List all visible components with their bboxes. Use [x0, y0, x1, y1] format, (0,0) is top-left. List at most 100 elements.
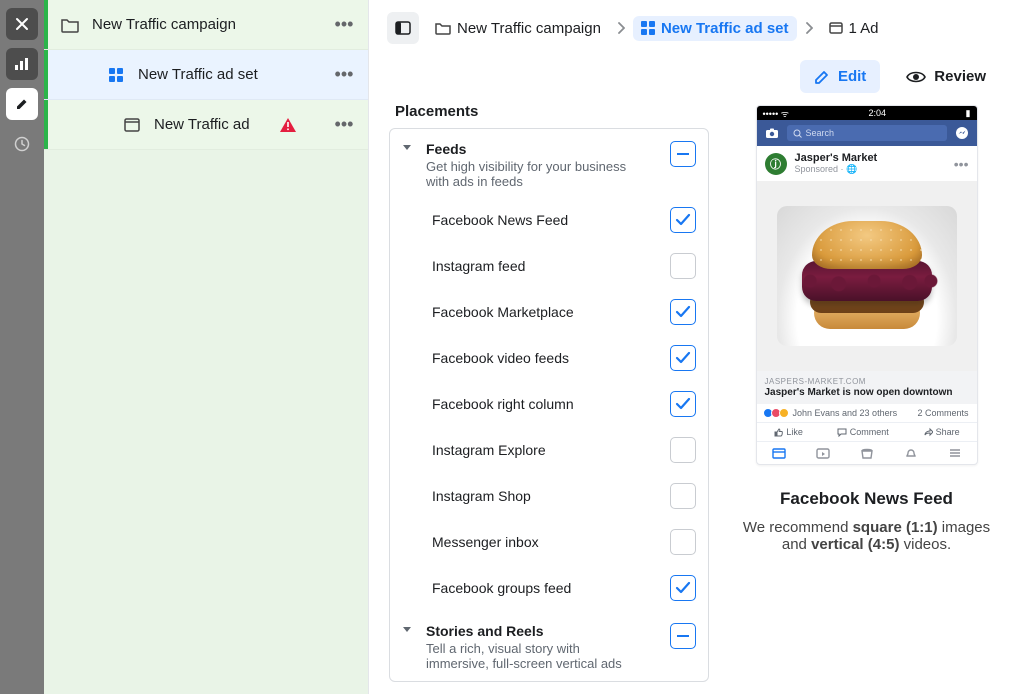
placement-item-label: Messenger inbox: [432, 534, 539, 550]
placement-item[interactable]: Instagram Shop: [390, 473, 708, 519]
placement-checkbox[interactable]: [670, 299, 696, 325]
notif-tab-icon: [902, 446, 920, 460]
app-root: New Traffic campaign ••• New Traffic ad …: [0, 0, 1024, 694]
tree-item-adset[interactable]: New Traffic ad set •••: [44, 50, 368, 100]
placement-checkbox[interactable]: [670, 253, 696, 279]
phone-preview: ••••• ᯤ 2:04 ▮ Search: [756, 105, 978, 465]
group-desc: Get high visibility for your business wi…: [426, 159, 636, 189]
placement-item-label: Facebook right column: [432, 396, 574, 412]
placement-checkbox[interactable]: [670, 391, 696, 417]
grid-icon: [641, 21, 655, 35]
breadcrumb-adset[interactable]: New Traffic ad set: [633, 16, 797, 41]
camera-icon: [765, 127, 779, 139]
advertiser-avatar: ⓙ: [765, 153, 787, 175]
link-headline: Jasper's Market is now open downtown: [765, 387, 969, 398]
ad-icon: [829, 22, 843, 34]
status-time: 2:04: [869, 108, 887, 118]
placement-checkbox[interactable]: [670, 575, 696, 601]
chevron-right-icon: [617, 22, 625, 34]
watch-tab-icon: [814, 446, 832, 460]
preview-recommendation: We recommend square (1:1) images and ver…: [737, 519, 997, 553]
tree-item-menu[interactable]: •••: [332, 64, 356, 85]
caret-down-icon[interactable]: [402, 144, 416, 152]
placement-item[interactable]: Facebook News Feed: [390, 197, 708, 243]
review-button[interactable]: Review: [892, 60, 1000, 93]
placement-item[interactable]: Facebook video feeds: [390, 335, 708, 381]
group-mixed-checkbox[interactable]: [670, 141, 696, 167]
tree-item-label: New Traffic ad set: [138, 66, 258, 83]
placement-checkbox[interactable]: [670, 437, 696, 463]
history-button[interactable]: [6, 128, 38, 160]
check-icon: [675, 305, 691, 319]
insights-button[interactable]: [6, 48, 38, 80]
tree-item-ad[interactable]: New Traffic ad •••: [44, 100, 368, 150]
share-action: Share: [923, 427, 960, 437]
edit-button[interactable]: Edit: [800, 60, 880, 93]
chevron-right-icon: [805, 22, 813, 34]
tree-accent: [44, 100, 48, 149]
placement-item[interactable]: Facebook groups feed: [390, 565, 708, 611]
placements-panel: Feeds Get high visibility for your busin…: [389, 128, 709, 682]
comment-action: Comment: [837, 427, 889, 437]
placement-item-label: Instagram feed: [432, 258, 525, 274]
placement-checkbox[interactable]: [670, 345, 696, 371]
post-header: ⓙ Jasper's Market Sponsored · 🌐 •••: [757, 146, 977, 181]
post-reactions: John Evans and 23 others 2 Comments: [757, 404, 977, 423]
placement-item-label: Facebook Marketplace: [432, 304, 574, 320]
placement-item-label: Facebook groups feed: [432, 580, 571, 596]
placement-item[interactable]: Instagram Stories: [390, 679, 708, 682]
placement-item[interactable]: Instagram feed: [390, 243, 708, 289]
check-icon: [675, 397, 691, 411]
breadcrumb-label: 1 Ad: [849, 20, 879, 37]
search-icon: [793, 129, 802, 138]
food-illustration: [777, 206, 957, 346]
placement-item[interactable]: Facebook right column: [390, 381, 708, 427]
placements-column: Placements Feeds Get high visibility for…: [389, 103, 709, 682]
grid-icon: [106, 65, 126, 85]
tree-item-menu[interactable]: •••: [332, 114, 356, 135]
pencil-icon: [15, 97, 29, 111]
tree-accent: [44, 50, 48, 99]
phone-tab-bar: [757, 441, 977, 464]
placement-item-label: Facebook News Feed: [432, 212, 568, 228]
breadcrumb-campaign[interactable]: New Traffic campaign: [427, 16, 609, 41]
main-pane: New Traffic campaign New Traffic ad set …: [369, 0, 1024, 694]
placement-checkbox[interactable]: [670, 207, 696, 233]
caret-down-icon[interactable]: [402, 626, 416, 634]
signal-icon: ••••• ᯤ: [763, 107, 789, 120]
tree-accent: [44, 0, 48, 49]
group-title: Feeds: [426, 141, 636, 157]
preview-title: Facebook News Feed: [780, 489, 953, 509]
placement-item[interactable]: Messenger inbox: [390, 519, 708, 565]
placement-item[interactable]: Facebook Marketplace: [390, 289, 708, 335]
breadcrumb-ad[interactable]: 1 Ad: [821, 16, 887, 41]
edit-button-label: Edit: [838, 68, 866, 85]
sponsored-label: Sponsored: [795, 164, 839, 174]
panel-toggle-button[interactable]: [387, 12, 419, 44]
placement-item[interactable]: Instagram Explore: [390, 427, 708, 473]
eye-icon: [906, 70, 926, 84]
check-icon: [675, 213, 691, 227]
edit-rail-button[interactable]: [6, 88, 38, 120]
preview-column: ••••• ᯤ 2:04 ▮ Search: [729, 103, 1004, 682]
placement-item-label: Instagram Shop: [432, 488, 531, 504]
close-button[interactable]: [6, 8, 38, 40]
post-link-card: JASPERS-MARKET.COM Jasper's Market is no…: [757, 371, 977, 404]
comment-icon: [837, 427, 847, 437]
like-action: Like: [773, 427, 803, 437]
phone-topbar: Search: [757, 120, 977, 146]
minus-icon: [677, 153, 689, 155]
placement-checkbox[interactable]: [670, 483, 696, 509]
tree-item-campaign[interactable]: New Traffic campaign •••: [44, 0, 368, 50]
post-meta: Jasper's Market Sponsored · 🌐: [795, 152, 878, 175]
group-mixed-checkbox[interactable]: [670, 623, 696, 649]
folder-icon: [60, 15, 80, 35]
like-icon: [773, 427, 783, 437]
placement-checkbox[interactable]: [670, 529, 696, 555]
panel-icon: [395, 21, 411, 35]
close-icon: [15, 17, 29, 31]
phone-search-input: Search: [787, 125, 947, 141]
phone-status-bar: ••••• ᯤ 2:04 ▮: [757, 106, 977, 120]
warning-icon: [279, 117, 297, 133]
tree-item-menu[interactable]: •••: [332, 14, 356, 35]
